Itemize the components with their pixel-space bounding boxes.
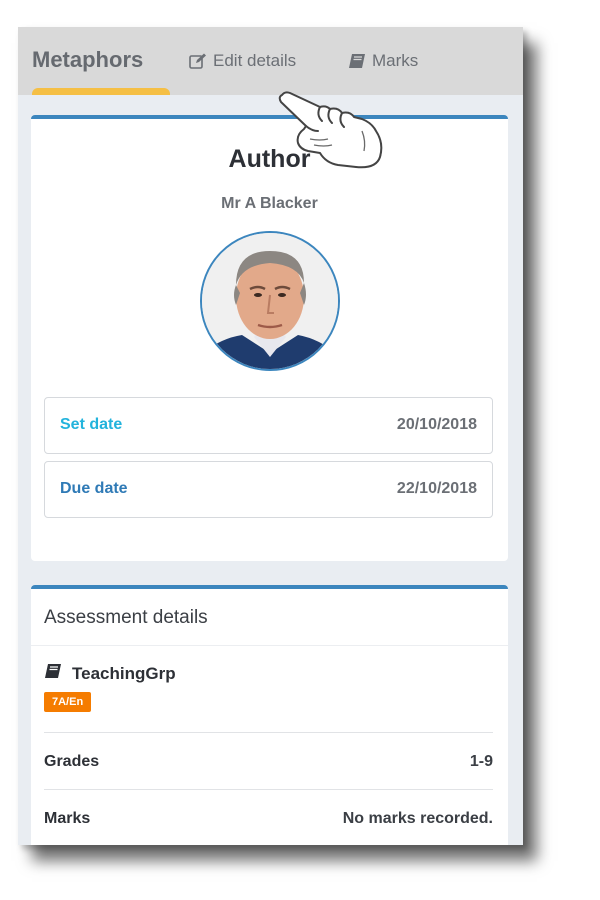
author-avatar [200, 231, 340, 371]
pointing-hand-icon [276, 91, 396, 191]
due-date-value: 22/10/2018 [396, 480, 477, 497]
grades-row: Grades 1-9 [44, 753, 493, 775]
teaching-group-label: TeachingGrp [72, 663, 176, 683]
book-icon [44, 663, 62, 684]
tab-bar: Metaphors Edit details Marks [18, 27, 523, 95]
set-date-row: Set date 20/10/2018 [44, 397, 493, 454]
marks-row: Marks No marks recorded. [44, 810, 493, 832]
author-card: Author Mr A Blacker Set date 20/10/2018 … [31, 115, 508, 561]
author-heading: Author [228, 145, 311, 173]
author-name: Mr A Blacker [221, 195, 318, 212]
edit-icon [189, 53, 207, 69]
app-frame: Metaphors Edit details Marks Author Mr A… [18, 27, 523, 845]
book-icon [348, 53, 366, 69]
assessment-header: Assessment details [31, 589, 508, 646]
tab-marks-label: Marks [372, 51, 419, 70]
teaching-group-label-row: TeachingGrp [44, 663, 176, 684]
tab-edit-details[interactable]: Edit details [189, 51, 296, 71]
assessment-heading: Assessment details [44, 607, 208, 628]
teaching-group: TeachingGrp 7A/En [44, 663, 176, 712]
active-tab-indicator [32, 88, 170, 95]
set-date-label: Set date [60, 416, 123, 433]
marks-label: Marks [44, 810, 91, 827]
grades-value: 1-9 [469, 753, 493, 770]
assessment-card: Assessment details TeachingGrp 7A/En Gra… [31, 585, 508, 845]
tab-metaphors[interactable]: Metaphors [32, 47, 143, 73]
due-date-row: Due date 22/10/2018 [44, 461, 493, 518]
set-date-value: 20/10/2018 [396, 416, 477, 433]
tab-edit-details-label: Edit details [213, 51, 297, 70]
divider [44, 789, 493, 790]
due-date-label: Due date [60, 480, 128, 497]
grades-label: Grades [44, 753, 100, 770]
marks-value: No marks recorded. [342, 810, 493, 827]
divider [44, 732, 493, 733]
group-badge[interactable]: 7A/En [44, 692, 92, 712]
tab-marks[interactable]: Marks [348, 51, 418, 71]
